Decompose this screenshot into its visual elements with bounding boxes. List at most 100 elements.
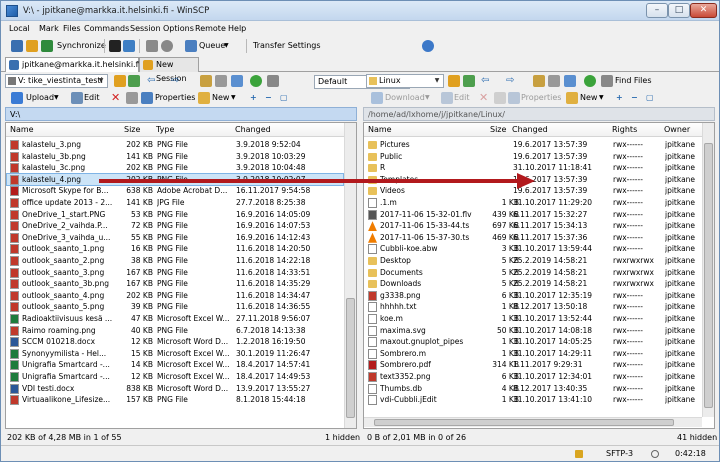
queue-button[interactable]: Queue — [199, 39, 225, 53]
table-row[interactable]: SCCM 010218.docx 12 KB Microsoft Word D...… — [7, 336, 343, 348]
table-row[interactable]: office update 2013 - 2... 141 KB JPG File 2… — [7, 197, 343, 209]
refresh-icon[interactable] — [584, 75, 596, 87]
local-path-bar[interactable]: V:\ — [5, 107, 357, 121]
options-icon[interactable] — [161, 40, 173, 52]
table-row[interactable]: koe.m 1 KB 31.10.2017 13:52:44 rwx------ jpi… — [365, 313, 701, 325]
column-rights[interactable]: Rights — [612, 123, 637, 137]
table-row[interactable]: outlook_saanto_2.png 38 KB PNG File 11.6.20… — [7, 255, 343, 267]
menu-commands[interactable]: Commands — [84, 24, 129, 33]
table-row[interactable]: outlook_saanto_3b.png 167 KB PNG File 11.6.… — [7, 278, 343, 290]
remote-vertical-scrollbar[interactable] — [702, 123, 714, 417]
table-row[interactable]: outlook_saanto_4.png 202 KB PNG File 11.6.2… — [7, 290, 343, 302]
table-row[interactable]: Sombrero.pdf 314 KB 1.11.2017 9:29:31 rwx--… — [365, 359, 701, 371]
tab-jpitkane-session[interactable]: jpitkane@markka.it.helsinki.fi — [5, 57, 141, 72]
edit-icon[interactable] — [441, 92, 453, 104]
table-row[interactable]: Virtuaalikone_Lifesize... 157 KB PNG File 8… — [7, 394, 343, 406]
title-bar[interactable]: V:\ - jpitkane@markka.it.helsinki.fi - W… — [1, 1, 719, 21]
new-icon[interactable] — [566, 92, 578, 104]
column-owner[interactable]: Owner — [664, 123, 690, 137]
remote-drive-select[interactable]: Linux ▼ — [366, 74, 444, 88]
chevron-down-icon[interactable]: ▼ — [224, 39, 229, 53]
invert-selection-icon[interactable]: ▢ — [646, 91, 654, 105]
rename-icon[interactable] — [494, 92, 506, 104]
table-row[interactable]: g3338.png 6 KB 31.10.2017 12:35:19 rwx-----… — [365, 290, 701, 302]
table-row[interactable]: kalastelu_3b.png 141 KB PNG File 3.9.2018 1… — [7, 151, 343, 163]
scrollbar-thumb[interactable] — [704, 143, 713, 408]
putty-icon[interactable] — [123, 40, 135, 52]
filter-icon[interactable] — [463, 75, 475, 87]
table-row[interactable]: Cubbli-koe.abw 3 KB 31.10.2017 13:59:44 rwx… — [365, 243, 701, 255]
close-button[interactable]: ✕ — [690, 3, 717, 18]
properties-icon[interactable] — [508, 92, 520, 104]
console-icon[interactable] — [109, 40, 121, 52]
table-row[interactable]: R 31.10.2017 11:18:41 rwx------ jpitkane — [365, 162, 701, 174]
table-row[interactable]: hhhhh.txt 1 KB 8.12.2017 13:50:18 rwx------… — [365, 301, 701, 313]
local-vertical-scrollbar[interactable] — [344, 123, 356, 428]
table-row[interactable]: Sombrero.m 1 KB 31.10.2017 14:29:11 rwx----… — [365, 348, 701, 360]
back-icon[interactable]: ⇦ — [481, 74, 489, 88]
table-row[interactable]: kalastelu_3.png 202 KB PNG File 3.9.2018 9:… — [7, 139, 343, 151]
column-name[interactable]: Name — [368, 123, 392, 137]
gear-icon[interactable] — [146, 40, 158, 52]
queue-icon[interactable] — [185, 40, 197, 52]
tab-new-session[interactable]: New Session — [139, 57, 199, 83]
table-row[interactable]: Public 19.6.2017 13:57:39 rwx------ jpitkan… — [365, 151, 701, 163]
table-row[interactable]: Downloads 5 KB 25.2.2019 14:58:21 rwxrwxrwx… — [365, 278, 701, 290]
table-row[interactable]: Desktop 5 KB 25.2.2019 14:58:21 rwxrwxrwx jp… — [365, 255, 701, 267]
table-row[interactable]: Synonyymilista - Hel... 15 KB Microsoft Ex… — [7, 348, 343, 360]
column-changed[interactable]: Changed — [235, 123, 271, 137]
forward-icon[interactable]: ⇨ — [506, 74, 514, 88]
find-files-button[interactable]: Find Files — [615, 74, 652, 88]
menu-remote[interactable]: Remote — [195, 24, 226, 33]
new-session-icon[interactable] — [11, 40, 23, 52]
chevron-down-icon[interactable]: ▼ — [425, 91, 430, 105]
globe-icon[interactable] — [422, 40, 434, 52]
menu-local[interactable]: Local — [9, 24, 30, 33]
download-button[interactable]: Download — [385, 91, 425, 105]
table-row[interactable]: 2017-11-06 15-37-30.ts 469 KB 6.11.2017 15… — [365, 232, 701, 244]
table-row[interactable]: maxout.gnuplot_pipes 1 KB 31.10.2017 14:05… — [365, 336, 701, 348]
table-row[interactable]: maxima.svg 50 KB 31.10.2017 14:08:18 rwx---… — [365, 325, 701, 337]
edit-button[interactable]: Edit — [454, 91, 470, 105]
home-icon[interactable] — [564, 75, 576, 87]
parent-directory-icon[interactable] — [533, 75, 545, 87]
remote-path-bar[interactable]: /home/ad/lxhome/j/jpitkane/Linux/ — [363, 107, 715, 121]
menu-options[interactable]: Options — [163, 24, 194, 33]
remote-file-panel[interactable]: Name Size Changed Rights Owner Pictures 1… — [363, 122, 715, 429]
remote-horizontal-scrollbar[interactable] — [364, 417, 702, 427]
delete-icon[interactable]: ✕ — [479, 91, 488, 105]
table-row[interactable]: OneDrive_2_vaihda.P... 72 KB PNG File 16.9.… — [7, 220, 343, 232]
table-row[interactable]: 2017-11-06 15-33-44.ts 697 KB 6.11.2017 15… — [365, 220, 701, 232]
column-type[interactable]: Type — [156, 123, 174, 137]
select-all-icon[interactable]: + — [616, 91, 623, 105]
menu-mark[interactable]: Mark — [39, 24, 59, 33]
table-row[interactable]: kalastelu_3c.png 202 KB PNG File 3.9.2018 1… — [7, 162, 343, 174]
table-row[interactable]: VDI testi.docx 838 KB Microsoft Word D... 1… — [7, 383, 343, 395]
new-button[interactable]: New — [580, 91, 597, 105]
chevron-down-icon[interactable]: ▼ — [599, 91, 604, 105]
table-row[interactable]: OneDrive_1_start.PNG 53 KB PNG File 16.9.20… — [7, 209, 343, 221]
table-row[interactable]: outlook_saanto_5.png 39 KB PNG File 11.6.20… — [7, 301, 343, 313]
column-size[interactable]: Size — [490, 123, 506, 137]
menu-help[interactable]: Help — [228, 24, 246, 33]
table-row[interactable]: Unigrafia Smartcard -... 12 KB Microsoft E… — [7, 371, 343, 383]
maximize-button[interactable]: □ — [668, 3, 690, 18]
table-row[interactable]: .1.m 1 KB 31.10.2017 11:29:20 rwx------ jpit… — [365, 197, 701, 209]
column-size[interactable]: Size — [124, 123, 140, 137]
column-name[interactable]: Name — [10, 123, 34, 137]
table-row[interactable]: Unigrafia Smartcard -... 14 KB Microsoft E… — [7, 359, 343, 371]
open-folder-icon[interactable] — [448, 75, 460, 87]
local-file-panel[interactable]: Name Size Type Changed kalastelu_3.png 20… — [5, 122, 357, 429]
table-row[interactable]: Microsoft Skype for B... 638 KB Adobe Acro… — [7, 185, 343, 197]
find-files-icon[interactable] — [601, 75, 613, 87]
minimize-button[interactable]: – — [646, 3, 668, 18]
table-row[interactable]: text3352.png 6 KB 31.10.2017 12:34:01 rwx--… — [365, 371, 701, 383]
synchronize-icon[interactable] — [41, 40, 53, 52]
table-row[interactable]: Thumbs.db 4 KB 8.12.2017 13:40:35 rwx------… — [365, 383, 701, 395]
table-row[interactable]: Raimo roaming.png 40 KB PNG File 6.7.2018 1… — [7, 325, 343, 337]
scrollbar-thumb[interactable] — [346, 298, 355, 418]
download-icon[interactable] — [371, 92, 383, 104]
table-row[interactable]: Pictures 19.6.2017 13:57:39 rwx------ jpitk… — [365, 139, 701, 151]
root-directory-icon[interactable] — [548, 75, 560, 87]
table-row[interactable]: OneDrive_3_vaihda_u... 55 KB PNG File 16.9.… — [7, 232, 343, 244]
